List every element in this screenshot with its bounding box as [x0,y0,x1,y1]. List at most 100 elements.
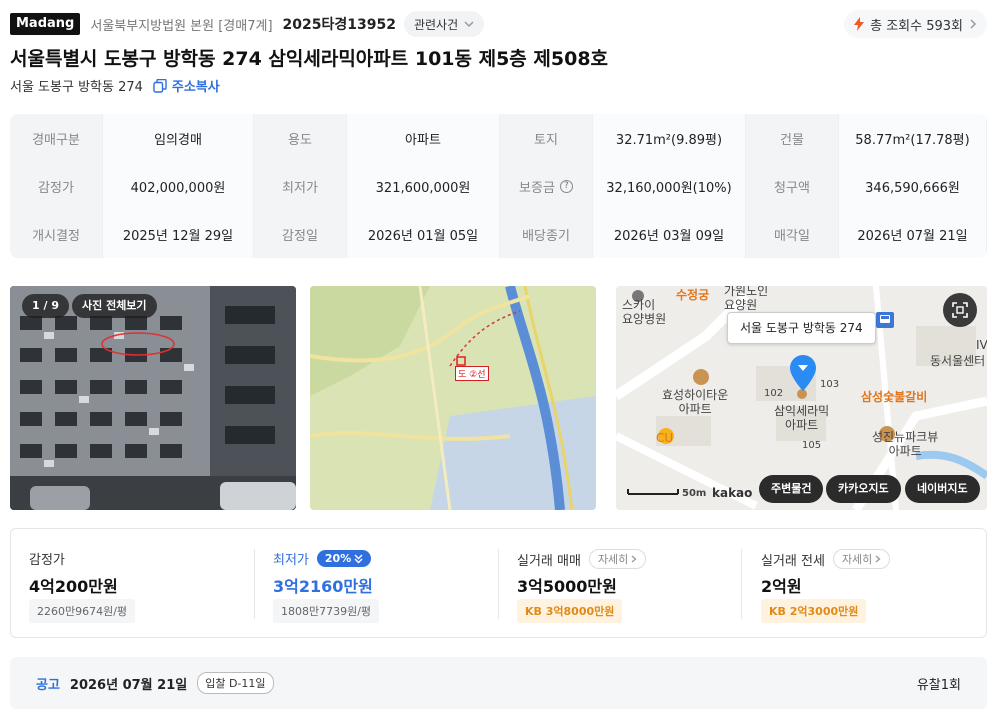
divider [254,549,255,619]
view-count-label: 총 조회수 593회 [870,18,963,34]
price-real-lease: 실거래 전세 자세히 2억원 KB 2억3000만원 [761,529,981,637]
map-scale-label: 50m [682,488,707,499]
price-per-pyeong: 2260만9674원/평 [29,599,136,623]
price-label: 최저가 20% [273,549,372,568]
chevron-right-icon [970,19,977,29]
view-all-photos-button[interactable]: 사진 전체보기 [72,294,157,318]
help-icon[interactable]: ? [559,179,573,193]
related-cases-button[interactable]: 관련사건 [403,11,485,37]
building-photo[interactable]: 1 / 9 사진 전체보기 [10,286,296,510]
map-label-sky: 스카이 요양병원 [622,298,667,326]
divider [498,549,499,619]
auction-info-table: 경매구분 임의경매 용도 아파트 토지 32.71m²(9.89평) 건물 58… [10,114,987,258]
detail-label: 자세히 [597,553,629,566]
discount-rate-badge: 20% [316,550,372,567]
naver-map-button[interactable]: 네이버지도 [905,475,980,503]
info-key: 용도 [254,114,346,162]
info-key: 매각일 [746,210,838,258]
notice-label: 공고 [36,677,60,693]
map-label-seongjin: 성진뉴파크뷰 아파트 [872,430,939,458]
notice-date: 2026년 07월 21일 [69,677,188,693]
auction-notice-bar[interactable]: 공고 2026년 07월 21일 입찰 D-11일 유찰1회 [10,657,987,709]
info-key: 감정가 [10,162,102,210]
price-value: 3억5000만원 [517,577,617,596]
info-value: 2026년 03월 09일 [592,210,746,258]
info-value: 아파트 [346,114,500,162]
court-name: 서울북부지방법원 본원 [경매7계] [90,18,273,34]
related-cases-label: 관련사건 [413,17,459,32]
info-key: 감정일 [254,210,346,258]
fullscreen-icon [952,302,968,318]
double-chevron-down-icon [354,554,363,563]
map-label-dongseo: 동서울센터 [930,354,986,368]
map-fullscreen-button[interactable] [943,293,977,327]
price-value: 2억원 [761,577,802,596]
map-label-102: 102 [764,388,784,399]
chevron-down-icon [464,21,474,28]
map-label-nursing: 가원노인 요양원 [724,286,769,312]
view-count-button[interactable]: 총 조회수 593회 [844,10,987,38]
cadastral-marker-label: 도 ②선 [455,366,489,381]
short-address: 서울 도봉구 방학동 274 [10,80,143,95]
price-value: 4억200만원 [29,577,118,596]
map-label-105: 105 [802,440,822,451]
copy-icon [153,78,167,93]
detail-label: 자세히 [841,553,873,566]
info-key: 토지 [500,114,592,162]
info-value: 2026년 07월 21일 [838,210,987,258]
info-value: 58.77m²(17.78평) [838,114,987,162]
info-value: 346,590,666원 [838,162,987,210]
auction-result: 유찰1회 [916,677,961,693]
case-number: 2025타경13952 [282,17,396,33]
location-pin-icon [790,355,816,391]
brand-logo[interactable]: Madang [10,13,81,35]
photo-counter: 1 / 9 [22,294,69,318]
info-value: 2026년 01월 05일 [346,210,500,258]
header-row: Madang 서울북부지방법원 본원 [경매7계] 2025타경13952 관련… [10,10,987,38]
chevron-right-icon [631,555,637,563]
kakao-map-button[interactable]: 카카오지도 [826,475,901,503]
copy-address-label: 주소복사 [171,80,220,95]
price-label: 실거래 전세 자세히 [761,549,891,569]
map-label-samik: 삼익세라믹 아파트 [774,404,830,432]
cadastral-map-image [310,286,596,510]
price-label-text: 실거래 매매 [517,553,581,569]
discount-rate-text: 20% [324,552,352,565]
info-key-label: 보증금 [519,180,555,196]
kb-price: KB 2억3000만원 [761,599,867,623]
nearby-properties-button[interactable]: 주변물건 [759,475,824,503]
map-address-bubble: 서울 도봉구 방학동 274 [727,312,876,344]
lease-detail-button[interactable]: 자세히 [832,549,891,569]
info-key: 건물 [746,114,838,162]
map-label-galbi: 삼성숯불갈비 [861,390,928,404]
price-label: 실거래 매매 자세히 [517,549,647,569]
kb-price: KB 3억8000만원 [517,599,623,623]
price-label-text: 최저가 [273,553,309,568]
map-label-103: 103 [820,379,840,390]
info-key: 배당종기 [500,210,592,258]
building-image [10,286,296,510]
sale-detail-button[interactable]: 자세히 [588,549,647,569]
address-row: 서울 도봉구 방학동 274 주소복사 [10,76,220,95]
price-label-text: 실거래 전세 [761,553,825,569]
price-minimum: 최저가 20% 3억2160만원 1808만7739원/평 [273,529,493,637]
info-value: 402,000,000원 [102,162,254,210]
info-key: 경매구분 [10,114,102,162]
info-value: 321,600,000원 [346,162,500,210]
kakao-logo: kakao [712,486,753,500]
price-real-sale: 실거래 매매 자세히 3억5000만원 KB 3억8000만원 [517,529,737,637]
lightning-icon [854,17,865,31]
info-key: 청구액 [746,162,838,210]
info-key: 최저가 [254,162,346,210]
cadastral-map[interactable]: 도 ②선 [310,286,596,510]
map-label-iv: IV [976,338,987,352]
price-label: 감정가 [29,549,65,568]
info-value: 32.71m²(9.89평) [592,114,746,162]
dday-badge: 입찰 D-11일 [197,672,274,694]
price-summary: 감정가 4억200만원 2260만9674원/평 최저가 20% 3억2160만… [10,528,987,638]
info-value: 32,160,000원(10%) [592,162,746,210]
map-label-sujeonggung: 수정궁 [676,288,710,302]
divider [741,549,742,619]
info-key: 개시결정 [10,210,102,258]
copy-address-button[interactable]: 주소복사 [153,76,220,95]
